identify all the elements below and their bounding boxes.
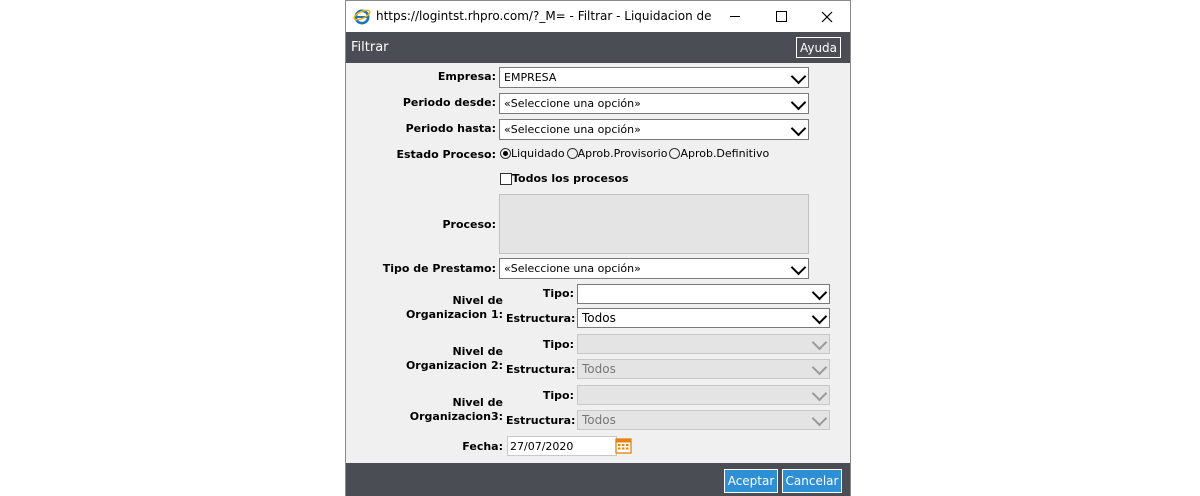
chevron-down-icon: [790, 94, 807, 110]
empresa-select[interactable]: EMPRESA: [499, 67, 809, 88]
nivel-3-tipo-select[interactable]: [577, 385, 830, 405]
proceso-listbox[interactable]: [499, 194, 809, 254]
chevron-down-icon: [811, 359, 828, 376]
periodo-hasta-label: Periodo hasta:: [405, 122, 496, 135]
accept-button[interactable]: Aceptar: [724, 469, 778, 493]
chevron-down-icon: [790, 259, 807, 275]
todos-procesos-label: Todos los procesos: [512, 172, 629, 185]
nivel-1-tipo-select[interactable]: [577, 284, 830, 304]
radio-liquidado-label: Liquidado: [511, 147, 565, 160]
nivel-3-tipo-label: Tipo:: [542, 389, 574, 402]
help-button[interactable]: Ayuda: [796, 37, 841, 58]
nivel-1-estructura-label: Estructura:: [506, 312, 576, 325]
dialog-footer: Aceptar Cancelar: [346, 463, 850, 496]
todos-procesos-checkbox[interactable]: [500, 172, 512, 185]
radio-liquidado[interactable]: [500, 148, 511, 159]
nivel-3-label-line2: Organizacion3:: [409, 410, 503, 423]
proceso-label: Proceso:: [442, 218, 496, 231]
nivel-2-tipo-select[interactable]: [577, 334, 830, 354]
nivel-3-estructura-value: Todos: [582, 413, 616, 427]
nivel-2-label-line2: Organizacion 2:: [405, 359, 503, 372]
chevron-down-icon: [790, 120, 807, 136]
nivel-3-label: Nivel de Organizacion3:: [346, 396, 503, 424]
fecha-label: Fecha:: [462, 440, 503, 453]
minimize-icon: [730, 16, 740, 17]
periodo-desde-value: «Seleccione una opción»: [504, 97, 641, 110]
close-button[interactable]: [804, 1, 850, 32]
nivel-1-label-line1: Nivel de: [452, 294, 503, 307]
empresa-label: Empresa:: [437, 70, 496, 83]
nivel-1-estructura-select[interactable]: Todos: [577, 308, 830, 328]
cancel-button[interactable]: Cancelar: [782, 469, 842, 493]
periodo-hasta-value: «Seleccione una opción»: [504, 123, 641, 136]
chevron-down-icon: [811, 308, 828, 325]
fecha-input[interactable]: 27/07/2020: [507, 436, 617, 456]
nivel-1-tipo-label: Tipo:: [542, 287, 574, 300]
nivel-2-tipo-label: Tipo:: [542, 338, 574, 351]
nivel-3-label-line1: Nivel de: [452, 396, 503, 409]
nivel-2-label: Nivel de Organizacion 2:: [346, 345, 503, 373]
tipo-prestamo-value: «Seleccione una opción»: [504, 262, 641, 275]
todos-procesos-row: Todos los procesos: [500, 172, 629, 185]
radio-aprob-provisorio[interactable]: [566, 148, 578, 159]
nivel-2-label-line1: Nivel de: [452, 345, 503, 358]
nivel-2-estructura-label: Estructura:: [506, 363, 576, 376]
dialog-header: Filtrar Ayuda: [346, 32, 850, 63]
dialog-window: https://logintst.rhpro.com/?_M= - Filtra…: [345, 0, 851, 496]
nivel-1-label-line2: Organizacion 1:: [405, 308, 503, 321]
tipo-prestamo-select[interactable]: «Seleccione una opción»: [499, 258, 809, 279]
close-icon: [821, 11, 833, 22]
chevron-down-icon: [811, 334, 828, 351]
empresa-value: EMPRESA: [504, 71, 557, 84]
filter-form: Empresa: EMPRESA Periodo desde: «Selecci…: [346, 63, 850, 463]
calendar-icon[interactable]: [615, 437, 632, 454]
nivel-2-estructura-value: Todos: [582, 362, 616, 376]
maximize-icon: [775, 11, 787, 22]
internet-explorer-icon: [353, 9, 371, 25]
estado-proceso-radio-group: Liquidado Aprob.Provisorio Aprob.Definit…: [500, 147, 769, 160]
fecha-value: 27/07/2020: [510, 439, 574, 453]
periodo-desde-select[interactable]: «Seleccione una opción»: [499, 93, 809, 114]
tipo-prestamo-label: Tipo de Prestamo:: [382, 262, 496, 275]
nivel-1-label: Nivel de Organizacion 1:: [346, 294, 503, 322]
nivel-3-estructura-label: Estructura:: [506, 414, 576, 427]
nivel-1-estructura-value: Todos: [582, 311, 616, 325]
radio-aprob-provisorio-label: Aprob.Provisorio: [577, 147, 668, 160]
minimize-button[interactable]: [712, 1, 758, 32]
window-title: https://logintst.rhpro.com/?_M= - Filtra…: [376, 9, 716, 23]
maximize-button[interactable]: [758, 1, 804, 32]
nivel-3-estructura-select[interactable]: Todos: [577, 410, 830, 430]
estado-proceso-label: Estado Proceso:: [396, 148, 496, 161]
periodo-hasta-select[interactable]: «Seleccione una opción»: [499, 119, 809, 140]
chevron-down-icon: [811, 284, 828, 301]
chevron-down-icon: [811, 385, 828, 402]
chevron-down-icon: [790, 68, 807, 84]
dialog-title: Filtrar: [351, 40, 389, 55]
nivel-2-estructura-select[interactable]: Todos: [577, 359, 830, 379]
chevron-down-icon: [811, 410, 828, 427]
radio-aprob-definitivo[interactable]: [669, 148, 681, 159]
radio-aprob-definitivo-label: Aprob.Definitivo: [680, 147, 770, 160]
periodo-desde-label: Periodo desde:: [402, 96, 496, 109]
title-bar: https://logintst.rhpro.com/?_M= - Filtra…: [346, 1, 850, 32]
